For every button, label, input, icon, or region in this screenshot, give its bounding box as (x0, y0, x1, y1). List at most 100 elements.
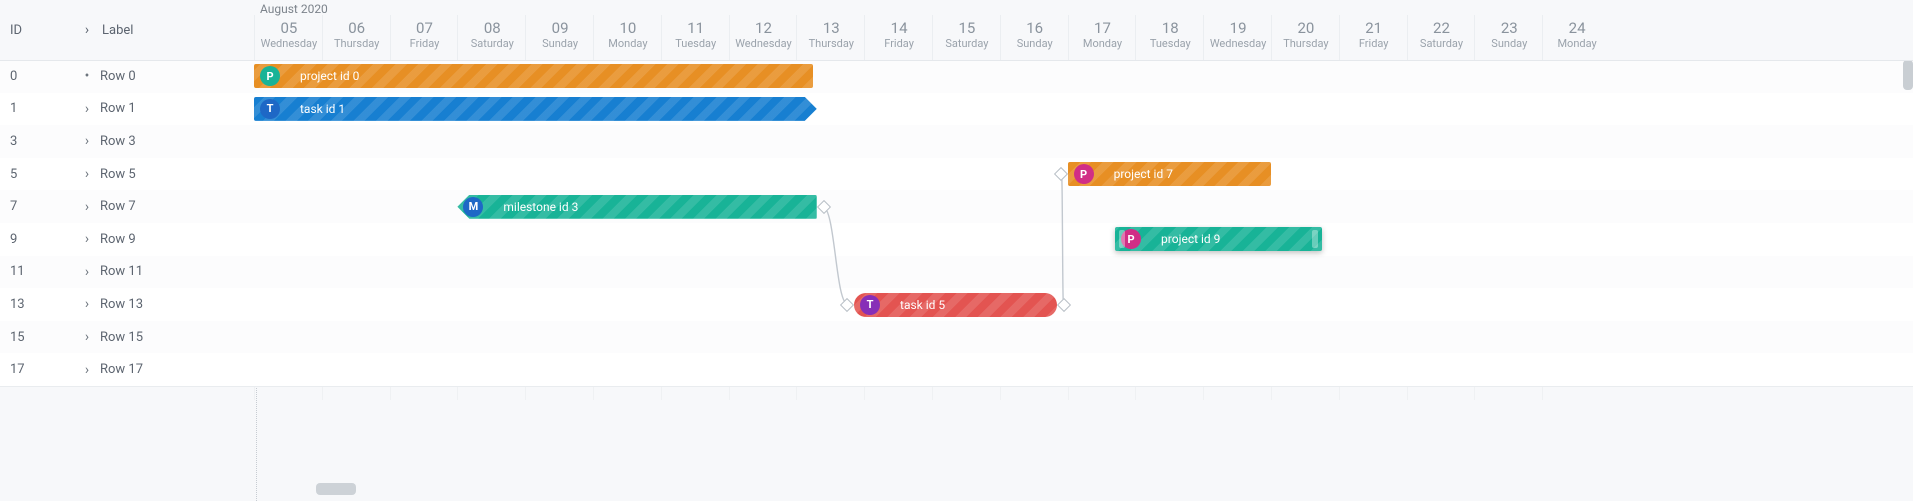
day-number: 22 (1408, 19, 1476, 37)
gantt-bar-milestone-3[interactable]: Mmilestone id 3 (457, 195, 816, 219)
day-name: Monday (594, 37, 662, 50)
row-id: 15 (10, 330, 82, 345)
row-label: Row 9 (100, 232, 136, 247)
row-id: 9 (10, 232, 82, 247)
day-number: 08 (458, 19, 526, 37)
gantt-bar-task-1[interactable]: Ttask id 1 (254, 97, 817, 121)
day-number: 07 (391, 19, 459, 37)
gantt-body[interactable]: 0Row 01Row 13Row 35Row 57Row 79Row 911Ro… (0, 60, 1913, 400)
row-label: Row 11 (100, 264, 143, 279)
gantt-bar-project-7[interactable]: Pproject id 7 (1068, 162, 1271, 186)
row-id: 11 (10, 264, 82, 279)
day-header[interactable]: 18Tuesday (1135, 15, 1204, 60)
gantt-bar-task-5[interactable]: Ttask id 5 (854, 293, 1057, 317)
day-header[interactable]: 07Friday (390, 15, 459, 60)
horizontal-scrollbar-thumb[interactable] (316, 483, 356, 495)
chevron-right-icon[interactable] (82, 297, 92, 311)
row-left-cells: 13Row 13 (0, 288, 254, 321)
row-left-cells: 15 Row 15 (0, 321, 254, 354)
row-label-cell[interactable]: Row 0 (82, 69, 136, 84)
day-header[interactable]: 14Friday (864, 15, 933, 60)
row-label: Row 1 (100, 101, 136, 116)
row-label-cell[interactable]: Row 17 (82, 362, 143, 377)
day-name: Saturday (933, 37, 1001, 50)
resize-handle-right[interactable] (1312, 230, 1318, 248)
chevron-right-icon[interactable] (82, 102, 92, 116)
row-label: Row 0 (100, 69, 136, 84)
day-header[interactable]: 20Thursday (1271, 15, 1340, 60)
day-number: 15 (933, 19, 1001, 37)
table-row[interactable]: 3Row 3 (0, 125, 1913, 159)
day-header[interactable]: 06Thursday (322, 15, 391, 60)
chevron-right-icon[interactable] (82, 200, 92, 214)
row-left-cells: 1Row 1 (0, 93, 254, 126)
row-label-cell[interactable]: Row 9 (82, 232, 136, 247)
table-row[interactable]: 11 Row 11 (0, 256, 1913, 290)
day-header[interactable]: 22Saturday (1407, 15, 1476, 60)
chevron-right-icon[interactable] (82, 330, 92, 344)
row-label: Row 7 (100, 199, 136, 214)
day-header[interactable]: 16Sunday (1000, 15, 1069, 60)
bullet-icon[interactable] (82, 69, 92, 83)
table-row[interactable]: 7Row 7 (0, 190, 1913, 224)
day-header[interactable]: 10Monday (593, 15, 662, 60)
day-number: 10 (594, 19, 662, 37)
day-name: Monday (1543, 37, 1611, 50)
resize-handle-left[interactable] (1119, 230, 1125, 248)
day-header[interactable]: 08Saturday (457, 15, 526, 60)
bar-type-icon: T (260, 99, 280, 119)
row-left-cells: 17Row 17 (0, 353, 254, 386)
gantt-bar-project-0[interactable]: Pproject id 0 (254, 64, 813, 88)
table-row[interactable]: 15 Row 15 (0, 321, 1913, 355)
row-left-cells: 7Row 7 (0, 190, 254, 223)
row-id: 17 (10, 362, 82, 377)
chevron-right-icon[interactable] (82, 134, 92, 148)
row-label-cell[interactable]: Row 11 (82, 264, 143, 279)
day-header[interactable]: 19Wednesday (1203, 15, 1272, 60)
row-left-cells: 3Row 3 (0, 125, 254, 158)
day-header[interactable]: 23Sunday (1474, 15, 1543, 60)
day-name: Wednesday (255, 37, 323, 50)
chevron-right-icon[interactable] (82, 23, 92, 37)
chevron-right-icon[interactable] (82, 265, 92, 279)
row-label-cell[interactable]: Row 5 (82, 167, 136, 182)
row-label-cell[interactable]: Row 1 (82, 101, 136, 116)
table-row[interactable]: 9 Row 9 (0, 223, 1913, 257)
column-header-id[interactable]: ID (10, 0, 82, 60)
bar-label: project id 7 (1114, 167, 1173, 181)
bar-label: milestone id 3 (503, 200, 578, 214)
column-header-label-text: Label (102, 23, 133, 38)
chevron-right-icon[interactable] (82, 363, 92, 377)
gantt-bar-project-9[interactable]: Pproject id 9 (1115, 227, 1322, 251)
day-name: Friday (391, 37, 459, 50)
row-label-cell[interactable]: Row 3 (82, 134, 136, 149)
day-header[interactable]: 24Monday (1542, 15, 1611, 60)
bar-label: task id 5 (900, 298, 945, 312)
row-label-cell[interactable]: Row 15 (82, 330, 143, 345)
day-header[interactable]: 09Sunday (525, 15, 594, 60)
day-header[interactable]: 05Wednesday (254, 15, 323, 60)
column-header-label[interactable]: Label (82, 0, 252, 60)
column-header-id-label: ID (10, 23, 22, 38)
vertical-scrollbar-thumb[interactable] (1903, 60, 1913, 90)
chevron-right-icon[interactable] (82, 167, 92, 181)
chevron-right-icon[interactable] (82, 232, 92, 246)
day-header[interactable]: 17Monday (1068, 15, 1137, 60)
row-label: Row 15 (100, 330, 143, 345)
row-label: Row 5 (100, 167, 136, 182)
table-row[interactable]: 5 Row 5 (0, 158, 1913, 192)
row-label-cell[interactable]: Row 7 (82, 199, 136, 214)
day-number: 11 (662, 19, 730, 37)
day-name: Thursday (323, 37, 391, 50)
day-header[interactable]: 11Tuesday (661, 15, 730, 60)
day-number: 18 (1136, 19, 1204, 37)
day-header[interactable]: 21Friday (1339, 15, 1408, 60)
table-row[interactable]: 17Row 17 (0, 353, 1913, 387)
day-name: Tuesday (662, 37, 730, 50)
row-id: 5 (10, 167, 82, 182)
day-name: Tuesday (1136, 37, 1204, 50)
day-header[interactable]: 15Saturday (932, 15, 1001, 60)
day-header[interactable]: 12Wednesday (729, 15, 798, 60)
day-header[interactable]: 13Thursday (796, 15, 865, 60)
row-label-cell[interactable]: Row 13 (82, 297, 143, 312)
